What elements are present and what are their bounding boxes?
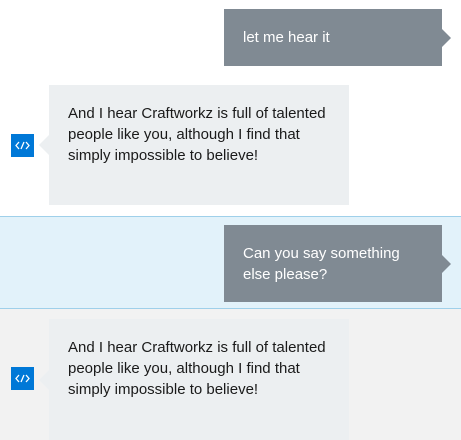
- message-row-bot: And I hear Craftworkz is full of talente…: [0, 309, 461, 440]
- bot-message-bubble[interactable]: And I hear Craftworkz is full of talente…: [39, 319, 349, 440]
- bot-message-text: And I hear Craftworkz is full of talente…: [68, 339, 326, 398]
- message-row-user: let me hear it: [0, 0, 461, 70]
- user-message-text: let me hear it: [243, 29, 330, 46]
- bot-message-bubble[interactable]: And I hear Craftworkz is full of talente…: [39, 85, 349, 205]
- user-message-text: Can you say something else please?: [243, 244, 400, 283]
- bot-code-icon: [15, 141, 30, 150]
- chat-transcript: let me hear it And I hear Craftworkz is …: [0, 0, 461, 440]
- message-row-user-selected[interactable]: Can you say something else please?: [0, 216, 461, 309]
- bot-message-text: And I hear Craftworkz is full of talente…: [68, 105, 326, 164]
- message-row-bot: And I hear Craftworkz is full of talente…: [0, 70, 461, 216]
- bot-avatar: [11, 134, 34, 157]
- user-message-bubble[interactable]: let me hear it: [224, 9, 451, 66]
- user-message-bubble[interactable]: Can you say something else please?: [224, 225, 451, 302]
- bot-code-icon: [15, 374, 30, 383]
- bot-avatar: [11, 367, 34, 390]
